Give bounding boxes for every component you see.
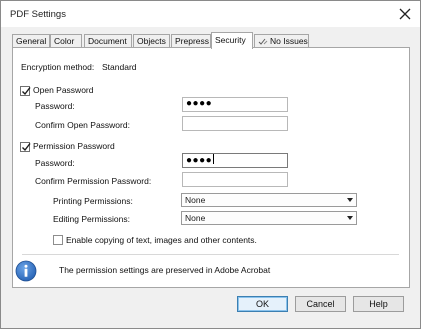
confirm-open-password-input[interactable] bbox=[182, 116, 288, 131]
editing-permissions-select[interactable]: None bbox=[181, 211, 357, 225]
tab-label: Document bbox=[88, 36, 127, 46]
open-password-label: Open Password bbox=[33, 85, 94, 95]
confirm-permission-password-input[interactable] bbox=[182, 172, 288, 187]
info-message: The permission settings are preserved in… bbox=[59, 265, 271, 275]
encryption-method-value: Standard bbox=[102, 62, 137, 72]
editing-permissions-value: None bbox=[185, 213, 206, 223]
printing-permissions-select[interactable]: None bbox=[181, 193, 357, 207]
tab-label: Security bbox=[215, 35, 246, 45]
tab-general[interactable]: General bbox=[12, 34, 50, 48]
enable-copying-checkbox[interactable] bbox=[53, 235, 63, 245]
help-button[interactable]: Help bbox=[353, 296, 404, 312]
encryption-method-label: Encryption method: bbox=[21, 62, 95, 72]
open-password-input[interactable]: ●●●● bbox=[182, 97, 288, 112]
open-password-checkbox[interactable] bbox=[20, 86, 31, 96]
tab-objects[interactable]: Objects bbox=[133, 34, 170, 48]
title-bar: PDF Settings bbox=[1, 1, 420, 27]
ok-button[interactable]: OK bbox=[237, 296, 288, 312]
editing-permissions-label: Editing Permissions: bbox=[53, 214, 131, 224]
checkmark-icon bbox=[22, 87, 31, 96]
close-button[interactable] bbox=[395, 4, 415, 24]
open-password-field-label: Password: bbox=[35, 101, 75, 111]
dropdown-arrow-icon bbox=[347, 216, 353, 220]
permission-password-field-label: Password: bbox=[35, 158, 75, 168]
tab-color[interactable]: Color bbox=[50, 34, 82, 48]
dropdown-arrow-icon bbox=[347, 198, 353, 202]
tab-label: General bbox=[16, 36, 47, 46]
confirm-open-password-label: Confirm Open Password: bbox=[35, 120, 130, 130]
text-caret bbox=[213, 154, 215, 164]
permission-password-label: Permission Password bbox=[33, 141, 115, 151]
pdf-settings-dialog: PDF Settings General Color Document Obje… bbox=[0, 0, 421, 329]
tab-security[interactable]: Security bbox=[211, 32, 253, 49]
close-icon bbox=[399, 8, 411, 20]
printing-permissions-label: Printing Permissions: bbox=[53, 196, 133, 206]
tab-no-issues[interactable]: No Issues bbox=[254, 34, 309, 48]
cancel-button[interactable]: Cancel bbox=[295, 296, 346, 312]
tab-label: Color bbox=[54, 36, 75, 46]
enable-copying-label: Enable copying of text, images and other… bbox=[66, 235, 257, 245]
tab-document[interactable]: Document bbox=[84, 34, 132, 48]
tab-label: Prepress bbox=[175, 36, 210, 46]
permission-password-checkbox[interactable] bbox=[20, 142, 31, 152]
checkmark-icon bbox=[22, 143, 31, 152]
tab-prepress[interactable]: Prepress bbox=[171, 34, 211, 48]
permission-password-input[interactable]: ●●●● bbox=[182, 153, 288, 168]
tab-label: No Issues bbox=[270, 36, 308, 46]
security-panel: Encryption method: Standard Open Passwor… bbox=[12, 47, 410, 288]
tab-label: Objects bbox=[137, 36, 166, 46]
printing-permissions-value: None bbox=[185, 195, 206, 205]
confirm-permission-password-label: Confirm Permission Password: bbox=[35, 176, 152, 186]
info-icon bbox=[15, 260, 37, 282]
permission-password-value: ●●●● bbox=[186, 155, 213, 166]
window-title: PDF Settings bbox=[10, 9, 66, 20]
divider bbox=[22, 254, 399, 255]
